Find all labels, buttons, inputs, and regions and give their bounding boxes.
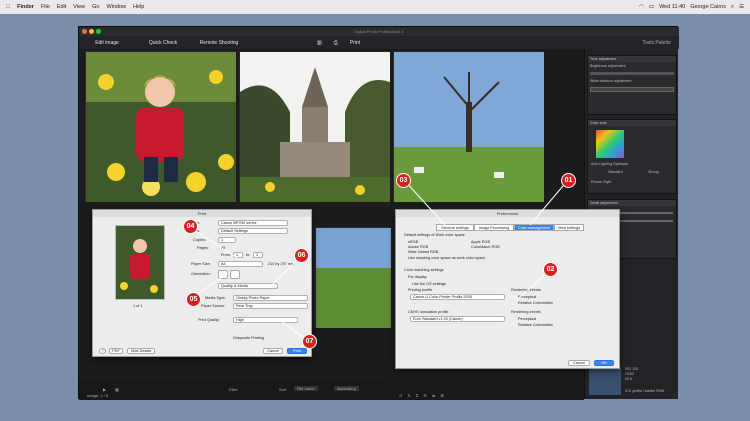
callout-02: 02	[543, 262, 558, 277]
callout-05: 05	[186, 292, 201, 307]
callout-06: 06	[294, 248, 309, 263]
callout-07: 07	[302, 334, 317, 349]
callout-04: 04	[183, 219, 198, 234]
callout-03: 03	[396, 173, 411, 188]
callout-lines	[189, 179, 569, 343]
callout-01: 01	[561, 173, 576, 188]
